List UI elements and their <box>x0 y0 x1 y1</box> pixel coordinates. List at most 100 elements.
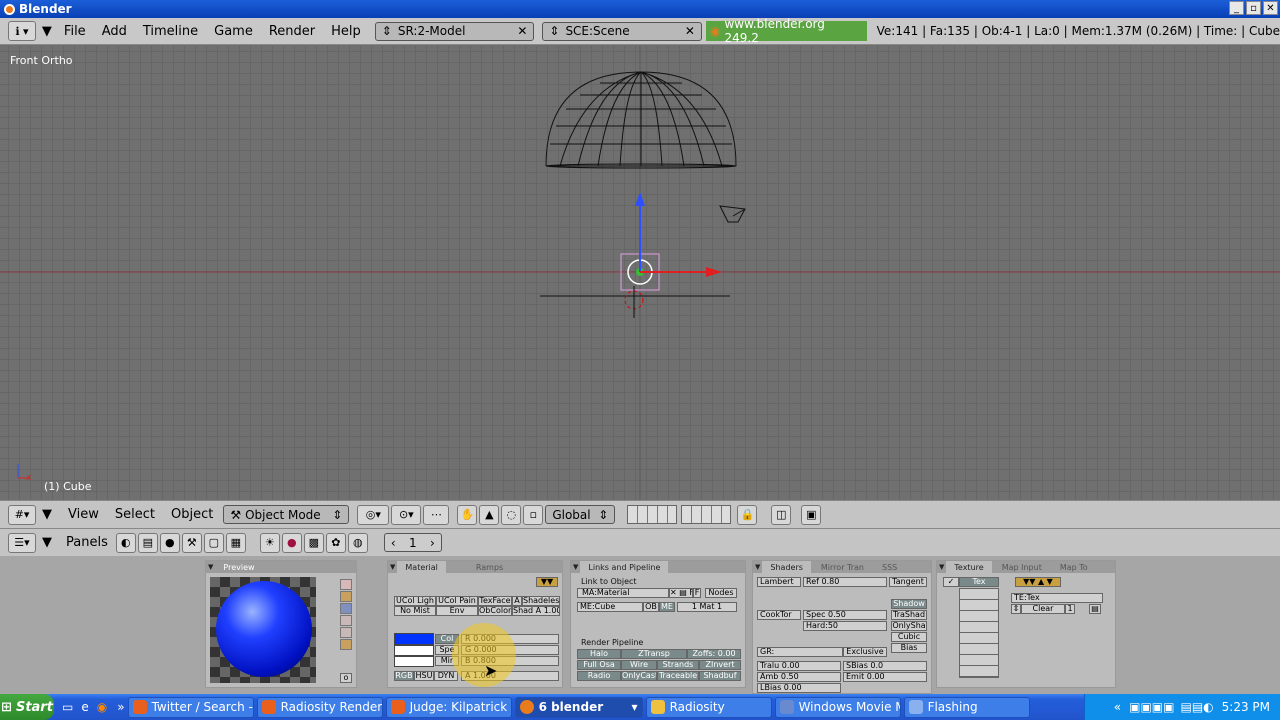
scene-delete-icon[interactable]: ✕ <box>685 24 695 38</box>
close-button[interactable]: ✕ <box>1263 1 1278 15</box>
nodes-button[interactable]: Nodes <box>705 588 737 598</box>
shadow-toggle[interactable]: Shadow <box>891 599 927 609</box>
preview-tab[interactable]: Preview <box>215 561 263 573</box>
start-button[interactable]: ⊞ Start <box>0 694 54 720</box>
view3d-editor-icon[interactable]: #▾ <box>8 504 36 525</box>
diffuse-shader-select[interactable]: Lambert <box>757 577 801 587</box>
task-blender[interactable]: 6 blender ▾ <box>514 696 643 718</box>
texture-users-field[interactable]: 1 <box>1065 604 1075 614</box>
ramps-tab[interactable]: Ramps <box>468 563 511 572</box>
clear-texture-button[interactable]: Clear <box>1021 604 1065 614</box>
ucol-light-button[interactable]: UCol Ligh <box>394 596 436 606</box>
bias-toggle[interactable]: Bias <box>891 643 927 653</box>
rgb-mode-button[interactable]: RGB <box>394 671 414 681</box>
quicklaunch-more-icon[interactable]: » <box>117 700 124 714</box>
texture-slot-list[interactable] <box>959 588 999 678</box>
traceable-button[interactable]: Traceable <box>657 671 699 681</box>
map-input-tab[interactable]: Map Input <box>994 563 1050 572</box>
menu-select[interactable]: Select <box>107 507 163 522</box>
editor-type-icon[interactable]: ℹ ▾ <box>8 21 36 41</box>
material-tab-icon[interactable]: ● <box>281 532 302 553</box>
texture-name-field[interactable]: TE:Tex <box>1011 593 1103 603</box>
texture-tab-icon[interactable]: ▩ <box>303 532 324 553</box>
radiosity-tab-icon[interactable]: ✿ <box>325 532 346 553</box>
zinvert-button[interactable]: ZInvert <box>699 660 741 670</box>
view3d-collapse-icon[interactable]: ▼ <box>42 507 52 522</box>
lock-icon[interactable]: 🔒 <box>737 504 758 525</box>
shaders-tab[interactable]: Shaders <box>762 561 811 573</box>
texture-tab[interactable]: Texture <box>946 561 992 573</box>
radio-button[interactable]: Radio <box>577 671 621 681</box>
onlycast-button[interactable]: OnlyCast <box>621 671 657 681</box>
obcolor-button[interactable]: ObColor <box>478 606 512 616</box>
buttons-editor-icon[interactable]: ☰▾ <box>8 532 36 553</box>
col-swatch[interactable] <box>394 633 434 645</box>
hsv-mode-button[interactable]: HSU <box>414 671 434 681</box>
tray-status-icon[interactable]: ▤▤◐ <box>1180 700 1213 714</box>
show-desktop-icon[interactable]: ▭ <box>62 700 73 714</box>
pivot-icon[interactable]: ⊙▾ <box>391 504 422 525</box>
lamp-tab-icon[interactable]: ☀ <box>259 532 280 553</box>
lbias-slider[interactable]: LBias 0.00 <box>757 683 841 693</box>
task-radiosity[interactable]: Radiosity <box>645 696 772 718</box>
tralu-slider[interactable]: Tralu 0.00 <box>757 661 841 671</box>
ie-icon[interactable]: e <box>81 700 88 714</box>
menu-object[interactable]: Object <box>163 507 221 522</box>
scene-selector[interactable]: ⇕ SCE:Scene ✕ <box>542 21 702 41</box>
layer-dots-icon[interactable]: ⋯ <box>423 504 450 525</box>
mirror-tran-tab[interactable]: Mirror Tran <box>813 563 872 572</box>
texface-button[interactable]: TexFace <box>478 596 512 606</box>
full-osa-button[interactable]: Full Osa <box>577 660 621 670</box>
mir-swatch[interactable] <box>394 656 434 667</box>
texture-slot-1[interactable]: Tex <box>959 577 999 587</box>
tangent-button[interactable]: Tangent <box>889 577 927 587</box>
emit-slider[interactable]: Emit 0.00 <box>843 672 927 682</box>
menu-view[interactable]: View <box>60 507 107 522</box>
strands-button[interactable]: Strands <box>657 660 699 670</box>
render-icon[interactable]: ▣ <box>801 504 822 525</box>
scene-context-icon[interactable]: ▦ <box>225 532 246 553</box>
spe-swatch[interactable] <box>394 645 434 656</box>
object-context-icon[interactable]: ⚒ <box>181 532 202 553</box>
layer-buttons-right[interactable] <box>681 505 732 524</box>
texture-copy-icons[interactable]: ▼▼ ▲ ▼ <box>1015 577 1061 587</box>
ztransp-button[interactable]: ZTransp <box>621 649 687 659</box>
editing-context-icon[interactable]: ▢ <box>203 532 224 553</box>
task-judge[interactable]: Judge: Kilpatrick h... <box>385 696 512 718</box>
task-twitter[interactable]: Twitter / Search - ... <box>127 696 254 718</box>
mesh-name-field[interactable]: ME:Cube <box>577 602 643 612</box>
tray-expand-icon[interactable]: « <box>1114 700 1121 714</box>
script-context-icon[interactable]: ▤ <box>137 532 158 553</box>
blender-url-link[interactable]: ◉ www.blender.org 249.2 <box>705 17 867 45</box>
amb-slider[interactable]: Amb 0.50 <box>757 672 841 682</box>
task-radiosity-rendering[interactable]: Radiosity Renderi... <box>256 696 383 718</box>
texture-fake-user-icon[interactable]: ▤ <box>1089 604 1101 614</box>
shadbuf-button[interactable]: Shadbuf <box>699 671 741 681</box>
specular-shader-select[interactable]: CookTor <box>757 610 801 620</box>
preview-lamp-button[interactable]: o <box>340 673 352 683</box>
map-to-tab[interactable]: Map To <box>1052 563 1096 572</box>
exclusive-button[interactable]: Exclusive <box>843 647 887 657</box>
rotate-icon[interactable]: ◌ <box>501 504 522 525</box>
env-button[interactable]: Env <box>436 606 478 616</box>
zoffs-field[interactable]: Zoffs: 0.00 <box>687 649 741 659</box>
texture-browse-icon[interactable]: ⇕ <box>1011 604 1021 614</box>
sss-tab[interactable]: SSS <box>874 563 905 572</box>
world-tab-icon[interactable]: ◍ <box>347 532 368 553</box>
spec-slider[interactable]: Spec 0.50 <box>803 610 887 620</box>
links-tab[interactable]: Links and Pipeline <box>580 561 669 573</box>
menu-help[interactable]: Help <box>323 24 369 39</box>
shad-alpha-field[interactable]: Shad A 1.00 <box>512 606 560 616</box>
ref-slider[interactable]: Ref 0.80 <box>803 577 887 587</box>
translate-icon[interactable]: ▲ <box>479 504 500 525</box>
logic-context-icon[interactable]: ◐ <box>115 532 136 553</box>
hand-manipulator-icon[interactable]: ✋ <box>457 504 478 525</box>
ob-link-button[interactable]: OB <box>643 602 659 612</box>
cubic-toggle[interactable]: Cubic <box>891 632 927 642</box>
trashad-toggle[interactable]: TraShad <box>891 610 927 620</box>
mode-selector[interactable]: ⚒ Object Mode ⇕ <box>223 505 350 524</box>
minimize-button[interactable]: _ <box>1229 1 1244 15</box>
texture-enable-checkbox[interactable]: ✓ <box>943 577 959 587</box>
material-buttons-icon[interactable]: ✕ ▤ F <box>669 588 693 598</box>
3d-viewport[interactable]: Front Ortho x (1) Cube <box>0 46 1280 500</box>
